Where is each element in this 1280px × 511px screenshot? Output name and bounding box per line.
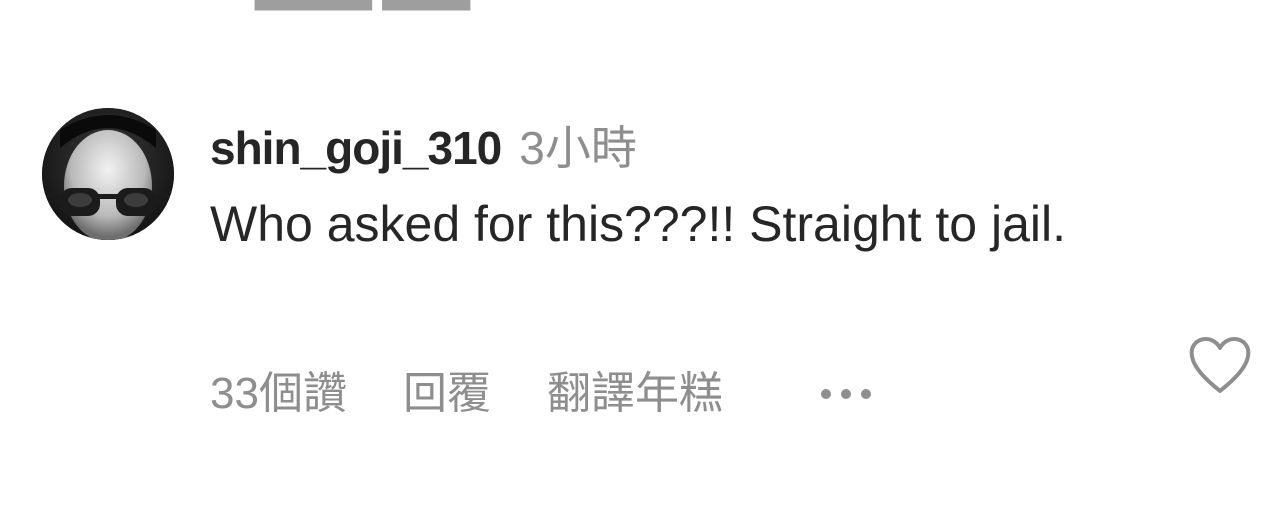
likes-count-button[interactable]: 33個讚 (210, 362, 347, 426)
comment-item: shin_goji_310 3小時 Who asked for this???!… (42, 108, 1262, 438)
comment-text: Who asked for this???!! Straight to jail… (210, 196, 1066, 252)
username-link[interactable]: shin_goji_310 (210, 116, 502, 180)
avatar-photo (42, 108, 174, 240)
more-dots-icon (840, 389, 851, 399)
more-options-button[interactable] (820, 362, 871, 426)
heart-outline-icon[interactable] (1188, 336, 1252, 396)
translate-button[interactable]: 翻譯年糕 (547, 362, 723, 426)
comment-view: ▂▆▂▂ ▆▂▆ (0, 0, 1280, 511)
avatar[interactable] (42, 108, 174, 240)
comment-timestamp[interactable]: 3小時 (519, 116, 637, 180)
reply-button[interactable]: 回覆 (403, 362, 491, 426)
more-dots-icon (820, 389, 831, 399)
comment-header: shin_goji_310 3小時 (210, 116, 1110, 180)
comment-actions: 33個讚 回覆 翻譯年糕 (210, 362, 871, 426)
more-dots-icon (860, 389, 871, 399)
comment-body: shin_goji_310 3小時 Who asked for this???!… (210, 116, 1110, 262)
clipped-previous-content: ▂▆▂▂ ▆▂▆ (255, 0, 470, 8)
